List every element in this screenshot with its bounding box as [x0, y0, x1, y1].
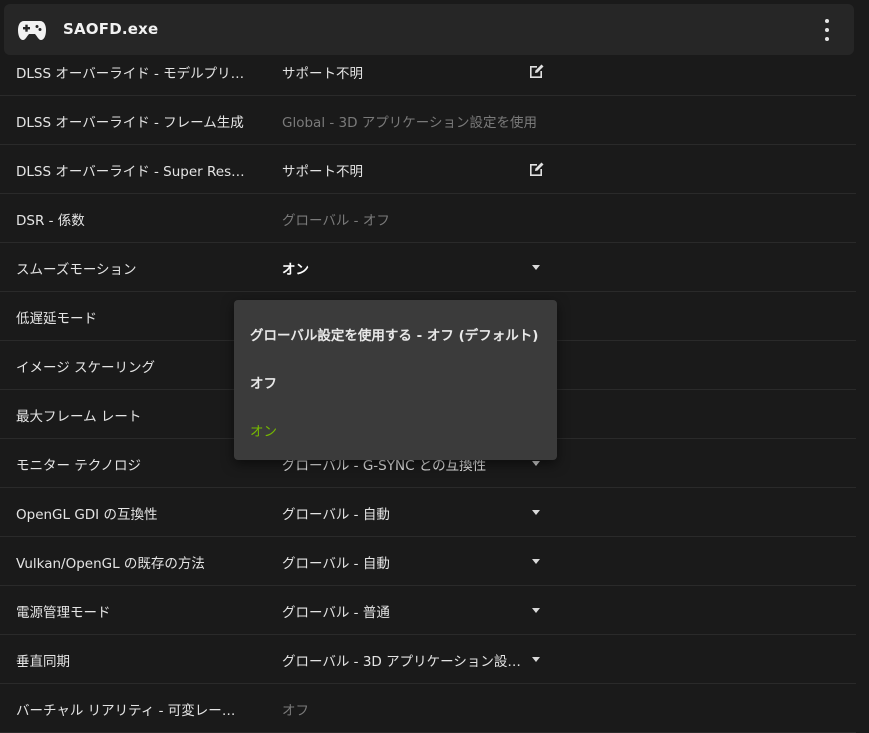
setting-value[interactable]: グローバル - 3D アプリケーション設定を使用: [282, 650, 522, 670]
setting-value[interactable]: グローバル - 自動: [282, 552, 522, 572]
dropdown-option-on[interactable]: オン: [234, 404, 557, 452]
setting-label: DSR - 係数: [16, 213, 85, 229]
setting-value: グローバル - オフ: [282, 213, 390, 229]
setting-label: 垂直同期: [16, 654, 70, 670]
chevron-down-icon[interactable]: [532, 265, 540, 270]
setting-label: 電源管理モード: [16, 605, 111, 621]
setting-row-opengl-gdi[interactable]: OpenGL GDI の互換性 グローバル - 自動: [0, 488, 856, 537]
setting-label: バーチャル リアリティ - 可変レート スーパー サンプリング: [16, 703, 248, 719]
setting-row-vr-vrss[interactable]: バーチャル リアリティ - 可変レート スーパー サンプリング オフ: [0, 684, 856, 733]
setting-row-vulkan-opengl-present[interactable]: Vulkan/OpenGL の既存の方法 グローバル - 自動: [0, 537, 856, 586]
setting-row-power-management[interactable]: 電源管理モード グローバル - 普通: [0, 586, 856, 635]
dropdown-option-use-global[interactable]: グローバル設定を使用する - オフ (デフォルト): [234, 308, 557, 356]
smooth-motion-dropdown-menu: グローバル設定を使用する - オフ (デフォルト) オフ オン: [234, 300, 557, 460]
edit-icon[interactable]: [528, 161, 545, 178]
setting-label: モニター テクノロジ: [16, 458, 141, 474]
chevron-down-icon[interactable]: [532, 461, 540, 466]
setting-label: 低遅延モード: [16, 311, 97, 327]
setting-value: サポート不明: [282, 164, 363, 180]
dropdown-option-label: オフ: [250, 376, 277, 392]
setting-label: 最大フレーム レート: [16, 409, 142, 425]
setting-value: Global - 3D アプリケーション設定を使用: [282, 115, 538, 131]
setting-value[interactable]: グローバル - 普通: [282, 601, 522, 621]
gamepad-icon: [18, 21, 46, 40]
setting-row-dsr-factor[interactable]: DSR - 係数 グローバル - オフ: [0, 194, 856, 243]
app-header: SAOFD.exe: [4, 4, 854, 55]
chevron-down-icon[interactable]: [532, 559, 540, 564]
setting-value[interactable]: オン: [282, 258, 522, 278]
setting-value: サポート不明: [282, 66, 363, 82]
setting-row-vsync[interactable]: 垂直同期 グローバル - 3D アプリケーション設定を使用: [0, 635, 856, 684]
dropdown-option-off[interactable]: オフ: [234, 356, 557, 404]
setting-label: OpenGL GDI の互換性: [16, 507, 158, 523]
setting-label: DLSS オーバーライド - モデルプリセット: [16, 66, 248, 82]
chevron-down-icon[interactable]: [532, 657, 540, 662]
chevron-down-icon[interactable]: [532, 510, 540, 515]
chevron-down-icon[interactable]: [532, 608, 540, 613]
setting-label: イメージ スケーリング: [16, 360, 156, 376]
edit-icon[interactable]: [528, 63, 545, 80]
app-title: SAOFD.exe: [63, 20, 159, 38]
setting-label: DLSS オーバーライド - フレーム生成: [16, 115, 244, 131]
setting-row-smooth-motion[interactable]: スムーズモーション オン: [0, 243, 856, 292]
setting-label: DLSS オーバーライド - Super Resolution: [16, 164, 248, 180]
setting-value[interactable]: グローバル - 自動: [282, 503, 522, 523]
setting-label: Vulkan/OpenGL の既存の方法: [16, 556, 205, 572]
setting-row-dlss-super-resolution[interactable]: DLSS オーバーライド - Super Resolution サポート不明: [0, 145, 856, 194]
setting-value: オフ: [282, 703, 309, 719]
setting-row-dlss-frame-gen[interactable]: DLSS オーバーライド - フレーム生成 Global - 3D アプリケーシ…: [0, 96, 856, 145]
dropdown-option-label: オン: [250, 424, 277, 440]
setting-label: スムーズモーション: [16, 262, 137, 278]
dropdown-option-label: グローバル設定を使用する - オフ (デフォルト): [250, 328, 539, 344]
more-options-icon[interactable]: [822, 19, 832, 41]
